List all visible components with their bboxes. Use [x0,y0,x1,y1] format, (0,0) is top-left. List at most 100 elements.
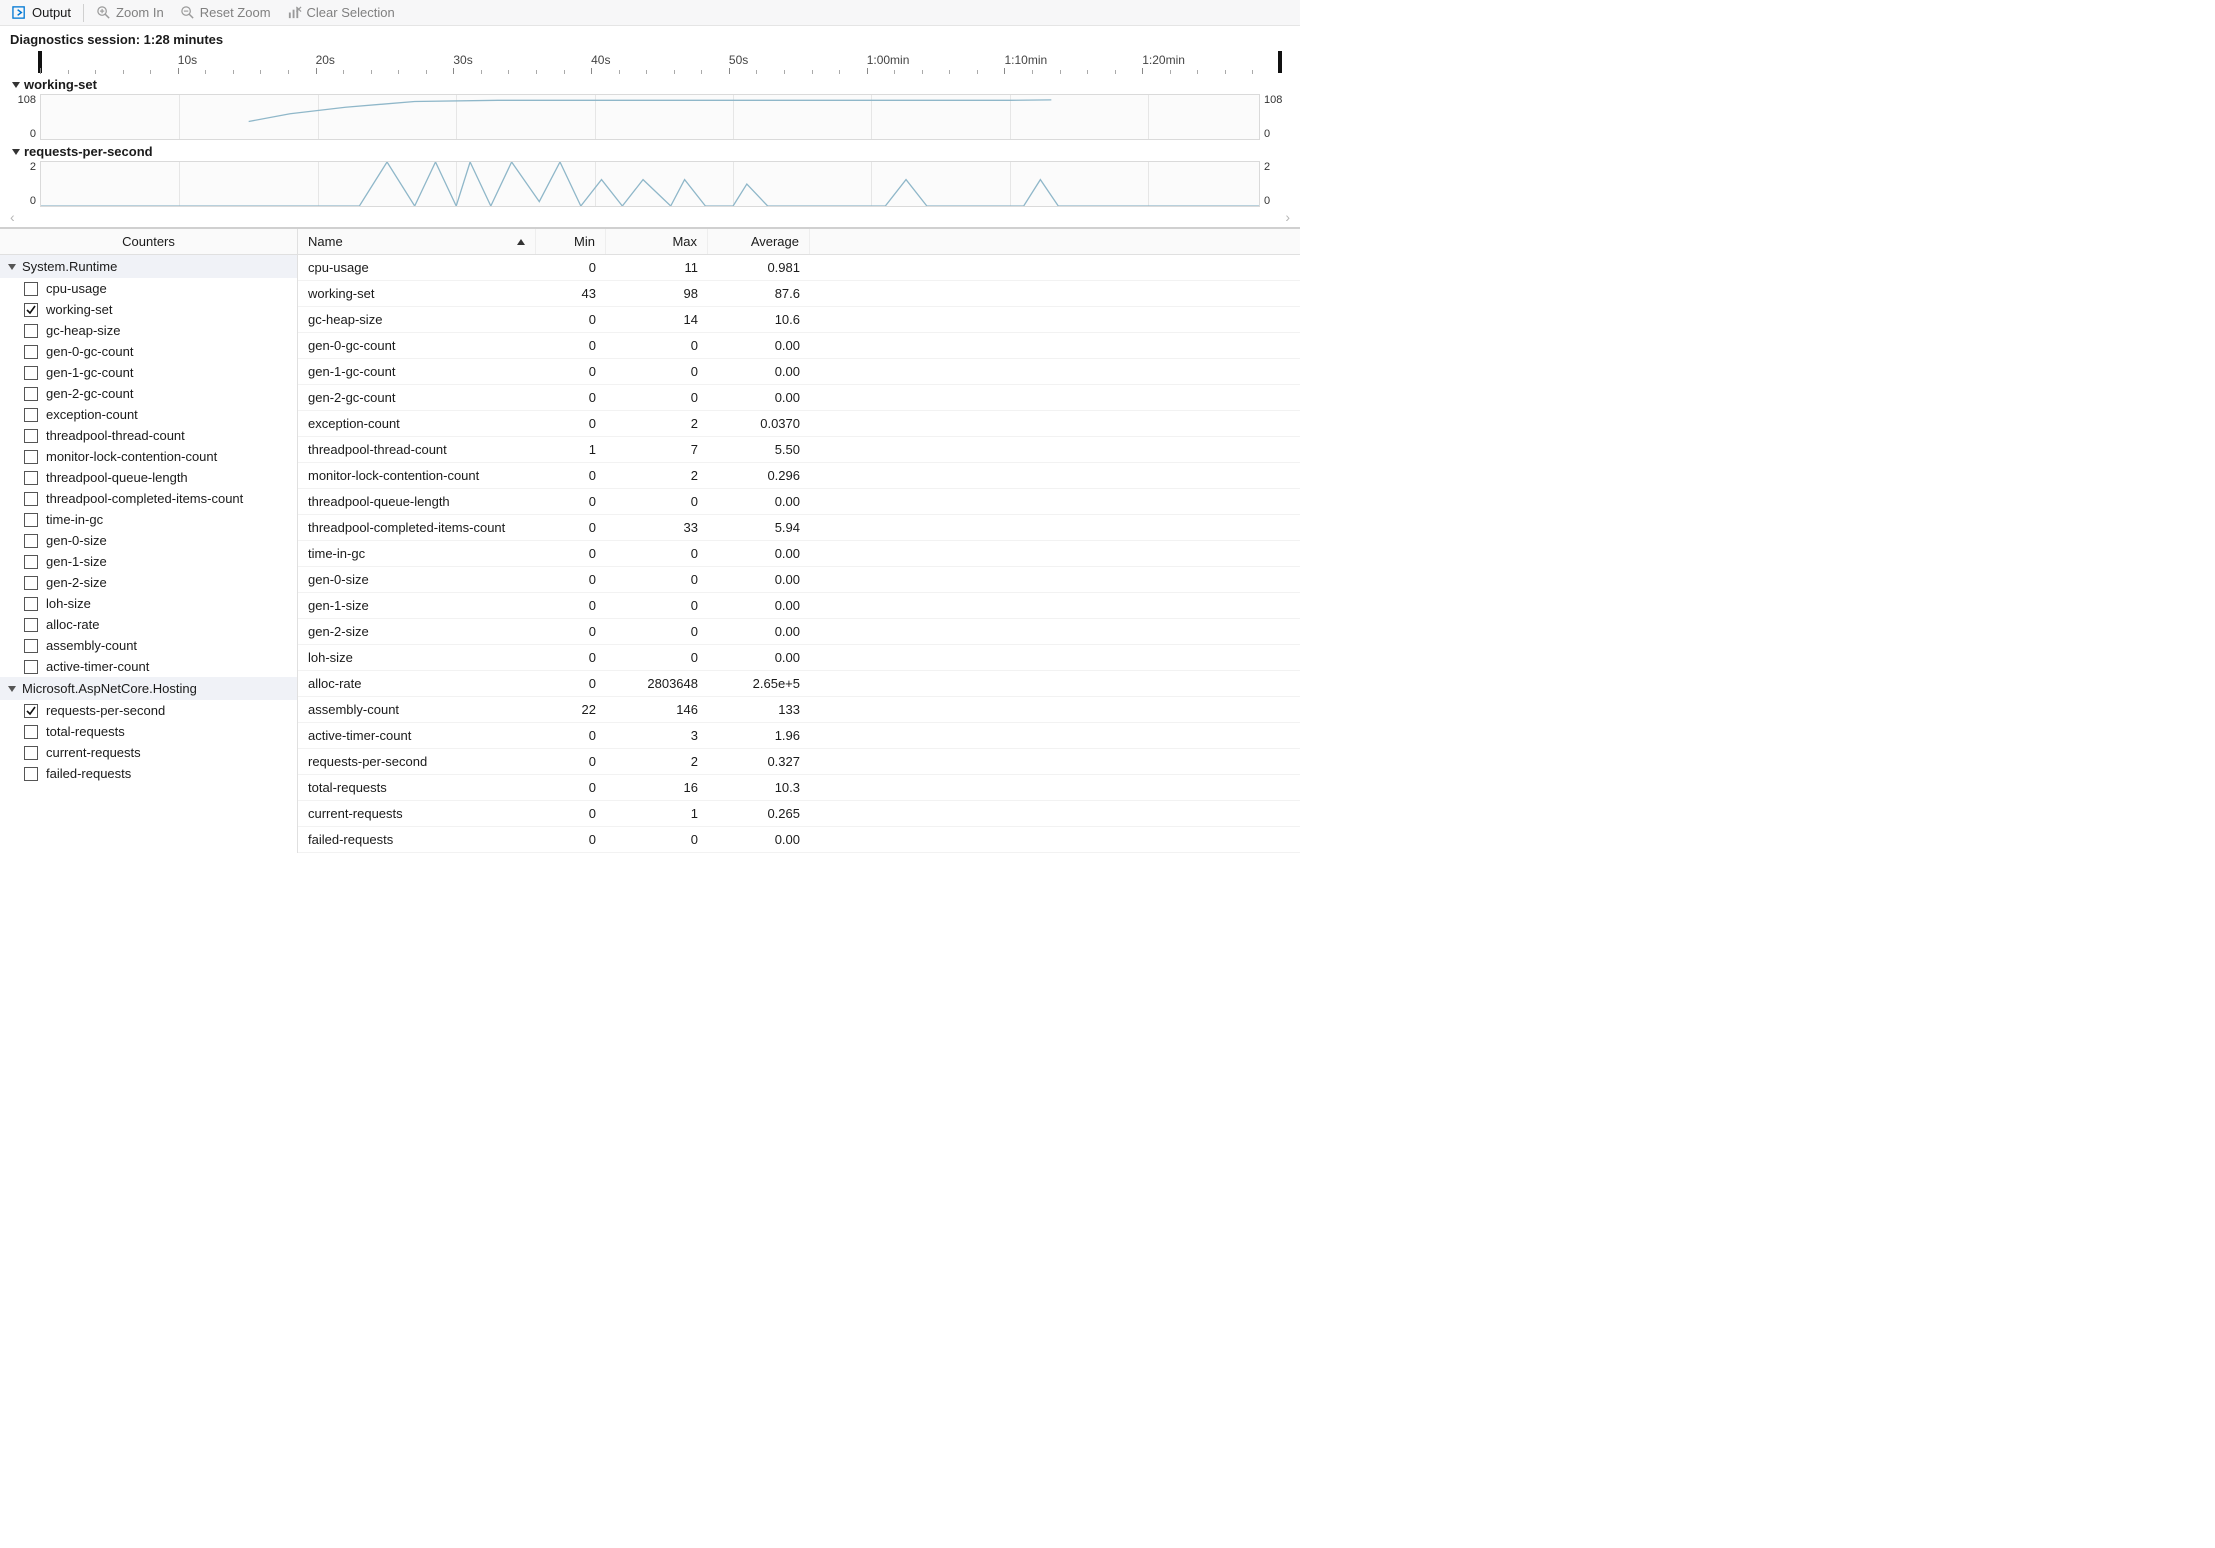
scroll-right-icon[interactable]: › [1285,209,1290,225]
col-header-name[interactable]: Name [298,229,536,254]
tree-item[interactable]: requests-per-second [0,700,297,721]
table-row[interactable]: total-requests01610.3 [298,775,1300,801]
table-row[interactable]: exception-count020.0370 [298,411,1300,437]
checkbox[interactable] [24,408,38,422]
table-row[interactable]: assembly-count22146133 [298,697,1300,723]
table-row[interactable]: gen-0-size000.00 [298,567,1300,593]
tree-item[interactable]: current-requests [0,742,297,763]
checkbox[interactable] [24,345,38,359]
table-row[interactable]: gen-2-size000.00 [298,619,1300,645]
table-row[interactable]: gen-1-size000.00 [298,593,1300,619]
tree-item[interactable]: threadpool-thread-count [0,425,297,446]
table-row[interactable]: working-set439887.6 [298,281,1300,307]
clear-selection-button[interactable]: Clear Selection [281,3,401,22]
table-row[interactable]: threadpool-completed-items-count0335.94 [298,515,1300,541]
col-header-max[interactable]: Max [606,229,708,254]
checkbox[interactable] [24,534,38,548]
checkbox[interactable] [24,660,38,674]
tree-item[interactable]: assembly-count [0,635,297,656]
checkbox[interactable] [24,492,38,506]
tree-item[interactable]: gen-2-size [0,572,297,593]
tree-group-header[interactable]: Microsoft.AspNetCore.Hosting [0,677,297,700]
checkbox[interactable] [24,366,38,380]
tree-item[interactable]: total-requests [0,721,297,742]
checkbox[interactable] [24,303,38,317]
checkbox[interactable] [24,471,38,485]
checkbox[interactable] [24,725,38,739]
table-row[interactable]: gen-1-gc-count000.00 [298,359,1300,385]
ruler-tick-label: 40s [591,53,610,67]
tree-item[interactable]: gc-heap-size [0,320,297,341]
col-header-min[interactable]: Min [536,229,606,254]
col-header-avg[interactable]: Average [708,229,810,254]
tree-item[interactable]: working-set [0,299,297,320]
tree-item[interactable]: active-timer-count [0,656,297,677]
checkbox[interactable] [24,324,38,338]
tree-item[interactable]: monitor-lock-contention-count [0,446,297,467]
table-row[interactable]: threadpool-queue-length000.00 [298,489,1300,515]
checkbox[interactable] [24,704,38,718]
checkbox[interactable] [24,618,38,632]
tree-item[interactable]: loh-size [0,593,297,614]
cell-max: 2 [606,411,708,436]
checkbox[interactable] [24,597,38,611]
timeline-end-marker[interactable] [1278,51,1282,73]
cell-name: active-timer-count [298,723,536,748]
table-row[interactable]: cpu-usage0110.981 [298,255,1300,281]
table-row[interactable]: failed-requests000.00 [298,827,1300,853]
table-row[interactable]: time-in-gc000.00 [298,541,1300,567]
table-row[interactable]: active-timer-count031.96 [298,723,1300,749]
output-button[interactable]: Output [6,3,77,22]
tree-item[interactable]: alloc-rate [0,614,297,635]
table-row[interactable]: requests-per-second020.327 [298,749,1300,775]
table-row[interactable]: loh-size000.00 [298,645,1300,671]
tree-item[interactable]: gen-2-gc-count [0,383,297,404]
table-row[interactable]: alloc-rate028036482.65e+5 [298,671,1300,697]
col-name-label: Name [308,234,343,249]
tree-group-label: System.Runtime [22,259,117,274]
tree-item[interactable]: cpu-usage [0,278,297,299]
checkbox[interactable] [24,767,38,781]
tree-item[interactable]: exception-count [0,404,297,425]
table-row[interactable]: gen-2-gc-count000.00 [298,385,1300,411]
table-row[interactable]: threadpool-thread-count175.50 [298,437,1300,463]
chart-title[interactable]: working-set [10,75,1290,94]
chart-plot[interactable] [40,161,1260,207]
checkbox[interactable] [24,576,38,590]
checkbox[interactable] [24,513,38,527]
timeline-scroll-row: ‹ › [10,209,1290,225]
checkbox[interactable] [24,429,38,443]
checkbox[interactable] [24,555,38,569]
cell-name: gc-heap-size [298,307,536,332]
tree-item[interactable]: time-in-gc [0,509,297,530]
zoom-in-button[interactable]: Zoom In [90,3,170,22]
tree-item[interactable]: threadpool-completed-items-count [0,488,297,509]
table-row[interactable]: monitor-lock-contention-count020.296 [298,463,1300,489]
tree-item-label: gen-2-size [46,575,107,590]
table-row[interactable]: gc-heap-size01410.6 [298,307,1300,333]
checkbox[interactable] [24,282,38,296]
tree-item[interactable]: gen-1-size [0,551,297,572]
timeline-ruler[interactable]: 10s20s30s40s50s1:00min1:10min1:20min [10,51,1290,75]
tree-item-label: cpu-usage [46,281,107,296]
cell-max: 0 [606,385,708,410]
tree-item[interactable]: threadpool-queue-length [0,467,297,488]
cell-name: threadpool-queue-length [298,489,536,514]
checkbox[interactable] [24,746,38,760]
tree-item[interactable]: gen-1-gc-count [0,362,297,383]
tree-item-label: requests-per-second [46,703,165,718]
chart-plot[interactable] [40,94,1260,140]
table-row[interactable]: current-requests010.265 [298,801,1300,827]
reset-zoom-button[interactable]: Reset Zoom [174,3,277,22]
checkbox[interactable] [24,639,38,653]
chart-title[interactable]: requests-per-second [10,142,1290,161]
table-row[interactable]: gen-0-gc-count000.00 [298,333,1300,359]
output-label: Output [32,5,71,20]
checkbox[interactable] [24,387,38,401]
tree-item[interactable]: gen-0-size [0,530,297,551]
checkbox[interactable] [24,450,38,464]
tree-group-header[interactable]: System.Runtime [0,255,297,278]
tree-item[interactable]: gen-0-gc-count [0,341,297,362]
scroll-left-icon[interactable]: ‹ [10,209,15,225]
tree-item[interactable]: failed-requests [0,763,297,784]
